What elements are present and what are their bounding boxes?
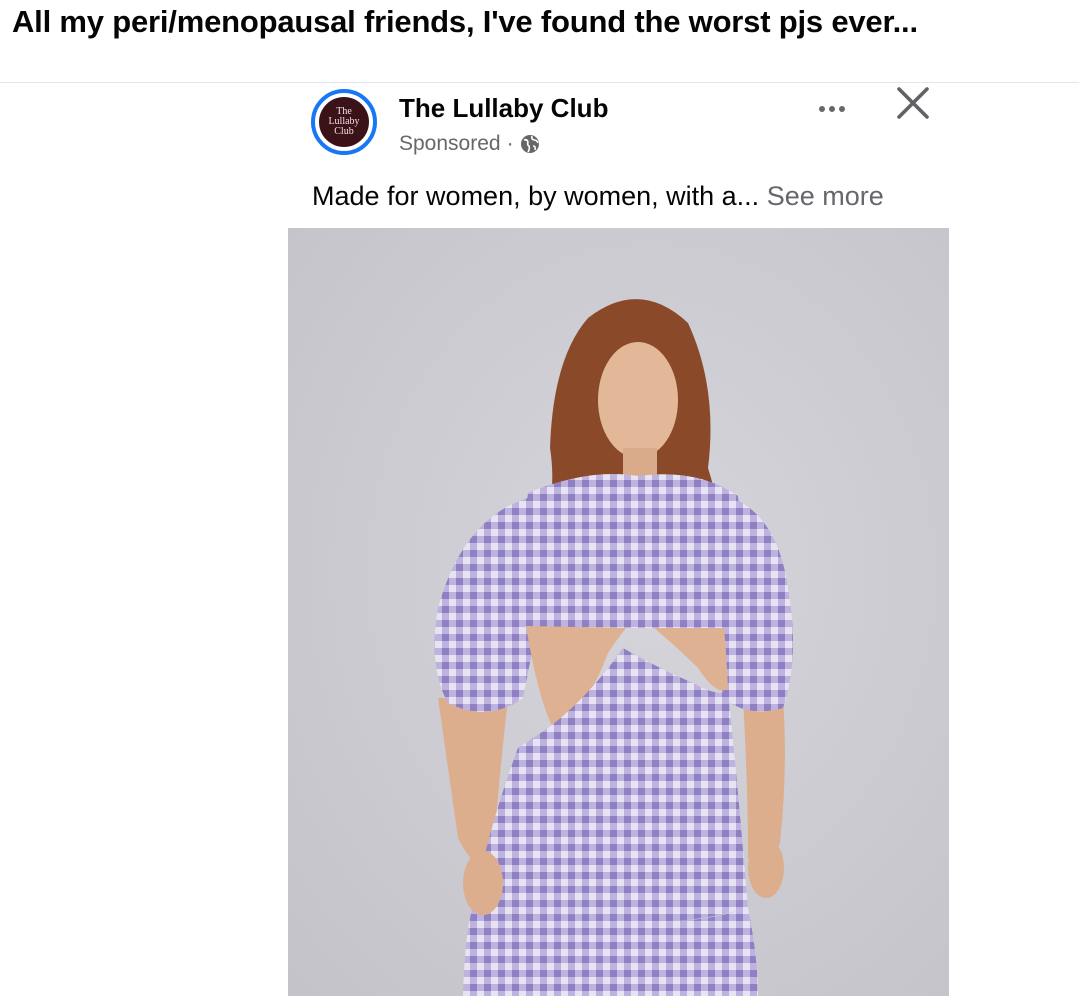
post-meta: Sponsored · xyxy=(399,130,540,158)
post-caption: All my peri/menopausal friends, I've fou… xyxy=(12,4,918,39)
page-name-link[interactable]: The Lullaby Club xyxy=(399,88,608,128)
product-photo[interactable] xyxy=(288,228,949,996)
globe-icon xyxy=(520,135,539,153)
pajama-top xyxy=(522,474,741,628)
face xyxy=(598,342,678,458)
post-text: Made for women, by women, with a... See … xyxy=(312,178,884,214)
more-dot xyxy=(829,106,835,112)
more-options-button[interactable] xyxy=(812,92,852,126)
page-avatar[interactable]: The Lullaby Club xyxy=(311,89,377,155)
pajama-shorts xyxy=(463,908,758,996)
sponsored-post: The Lullaby Club The Lullaby Club Sponso… xyxy=(288,84,949,996)
more-dot xyxy=(819,106,825,112)
see-more-link[interactable]: See more xyxy=(767,181,884,211)
more-dot xyxy=(839,106,845,112)
left-hand xyxy=(463,851,503,915)
sponsored-label[interactable]: Sponsored xyxy=(399,130,501,158)
right-hand xyxy=(748,838,784,898)
meta-separator: · xyxy=(506,132,514,155)
close-icon[interactable] xyxy=(890,84,934,124)
divider xyxy=(0,82,1079,83)
logo-line-3: Club xyxy=(334,126,354,137)
post-body: Made for women, by women, with a... xyxy=(312,181,760,211)
page-logo: The Lullaby Club xyxy=(319,97,369,147)
